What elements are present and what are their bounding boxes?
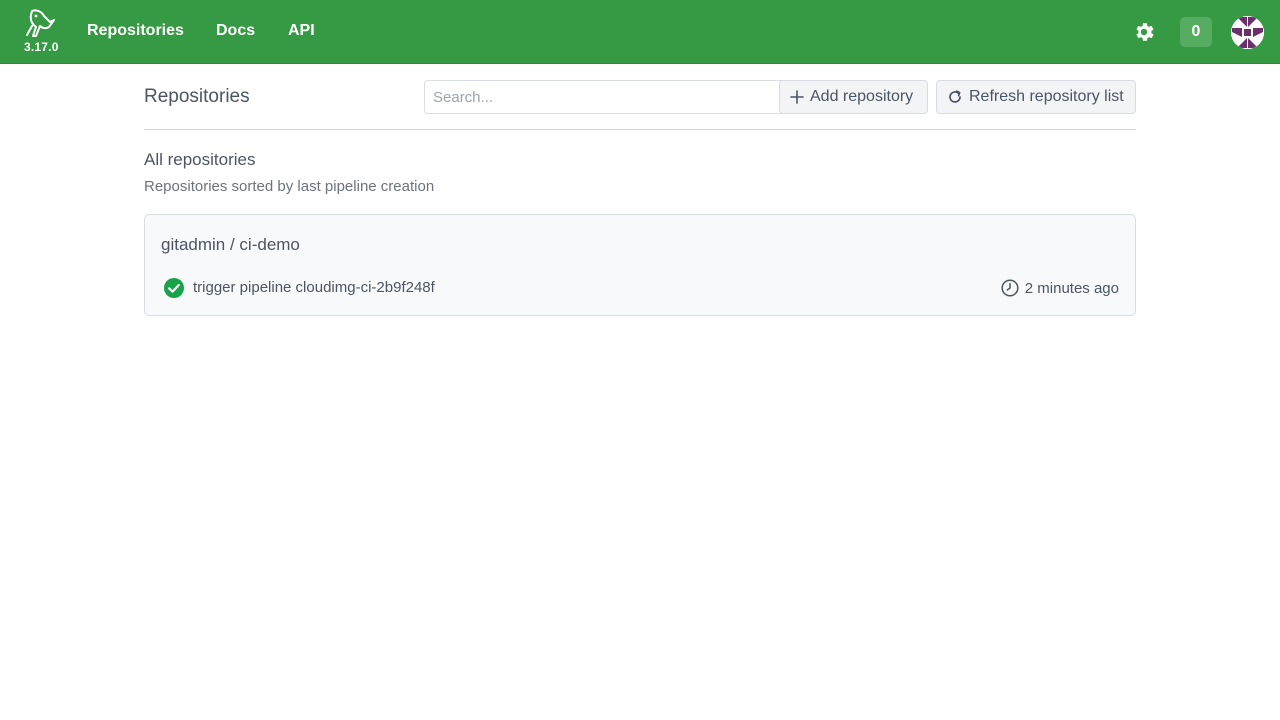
repository-card[interactable]: gitadmin / ci-demo trigger pipeline clou… [144, 214, 1136, 316]
clock-icon [1001, 279, 1019, 297]
time-ago-text: 2 minutes ago [1024, 279, 1119, 297]
app-version: 3.17.0 [24, 40, 59, 54]
add-repository-label: Add repository [810, 88, 914, 105]
refresh-icon [949, 90, 961, 103]
success-check-icon [164, 278, 184, 298]
user-avatar[interactable] [1231, 16, 1264, 49]
refresh-repository-list-button[interactable]: Refresh repository list [936, 80, 1136, 114]
section-title: All repositories [144, 150, 256, 169]
top-navbar: 3.17.0 Repositories Docs API 0 [0, 0, 1280, 64]
brand-logo[interactable]: 3.17.0 [22, 9, 62, 57]
last-pipeline-time: 2 minutes ago [1001, 279, 1119, 297]
nav-link-api[interactable]: API [288, 22, 315, 40]
nav-link-docs[interactable]: Docs [216, 22, 255, 40]
settings-button[interactable] [1132, 20, 1156, 44]
avatar-identicon-icon [1231, 16, 1264, 49]
repository-name: gitadmin / ci-demo [161, 235, 300, 254]
page-title: Repositories [144, 86, 250, 107]
gear-icon [1136, 23, 1154, 41]
header-divider [144, 129, 1136, 130]
plus-icon [790, 90, 804, 104]
nav-link-repositories[interactable]: Repositories [87, 22, 184, 40]
section-subtitle: Repositories sorted by last pipeline cre… [144, 178, 435, 195]
refresh-repository-list-label: Refresh repository list [969, 88, 1124, 105]
last-pipeline-message: trigger pipeline cloudimg-ci-2b9f248f [193, 279, 435, 296]
add-repository-button[interactable]: Add repository [779, 80, 928, 114]
penguin-logo-icon [26, 9, 55, 37]
search-input[interactable] [424, 80, 782, 114]
running-pipelines-badge[interactable]: 0 [1180, 17, 1212, 47]
